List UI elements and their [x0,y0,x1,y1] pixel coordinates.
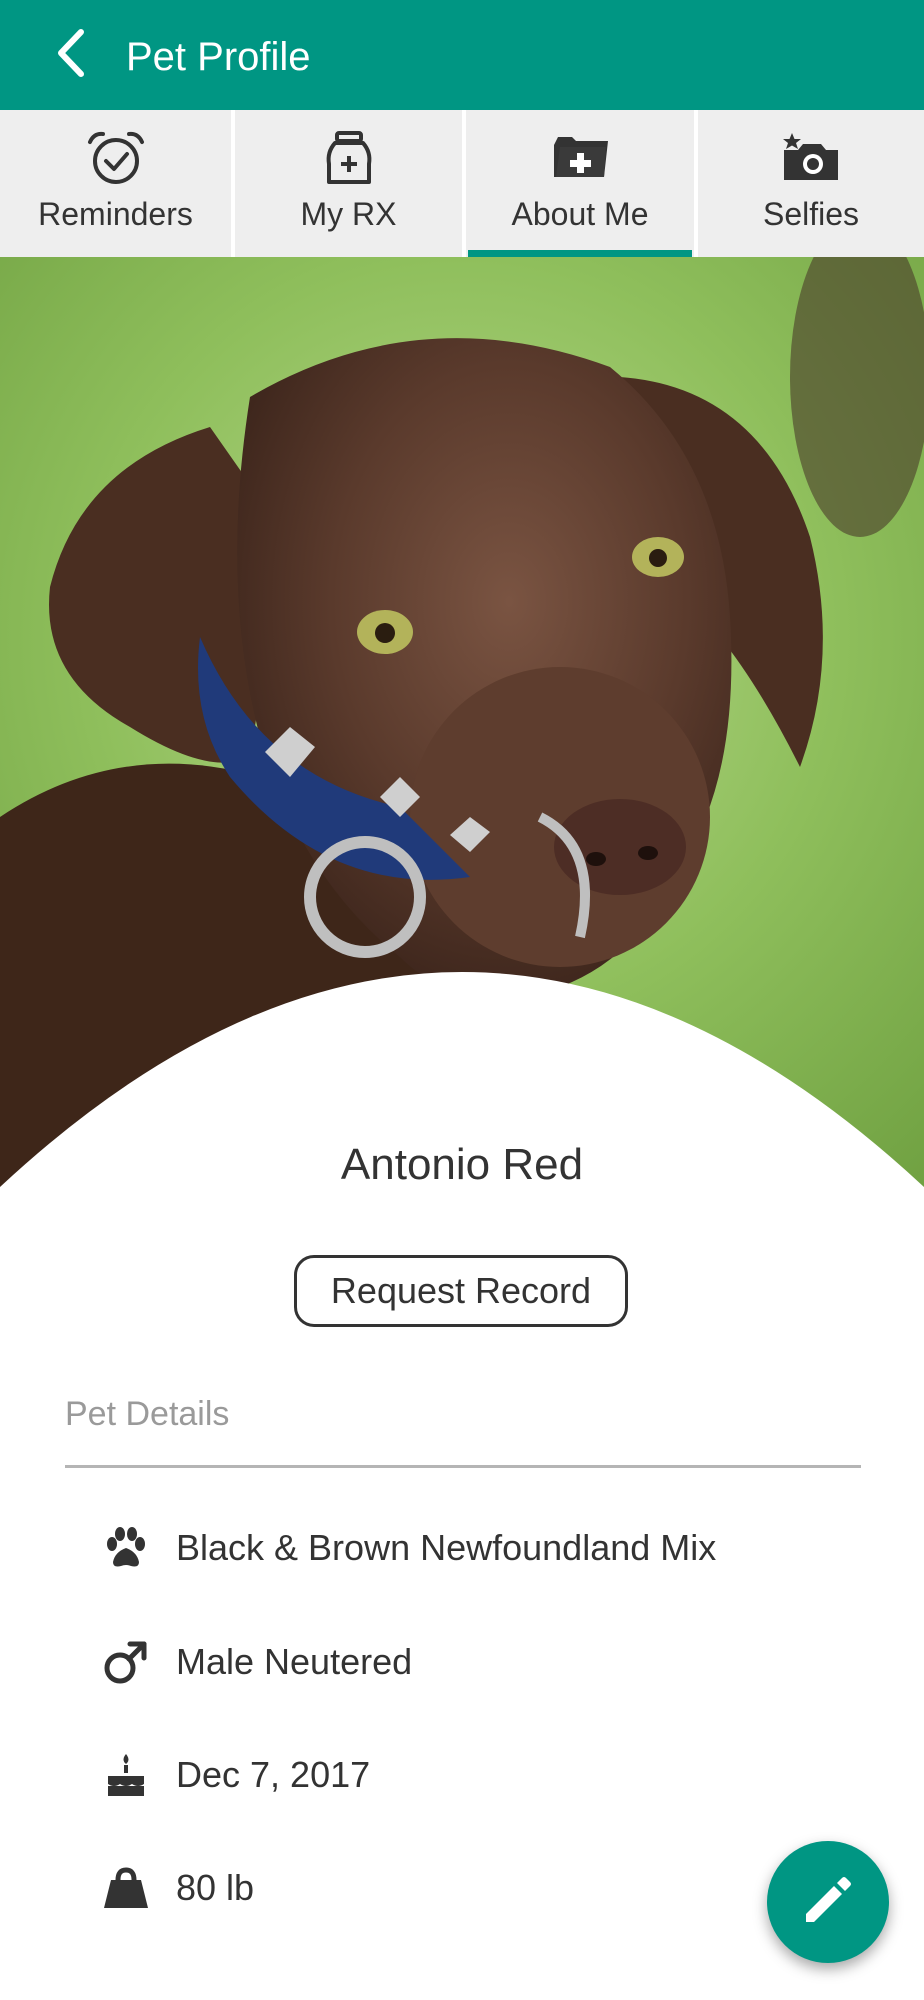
tab-bar: Reminders My RX About Me Selfies [0,110,924,257]
request-record-button[interactable]: Request Record [294,1255,628,1327]
paw-icon [100,1522,152,1574]
edit-button[interactable] [767,1841,889,1963]
detail-text: 80 lb [176,1867,255,1908]
tab-about-me[interactable]: About Me [466,110,698,257]
back-button[interactable] [40,24,100,86]
medicine-bag-icon [323,130,375,186]
detail-text: Male Neutered [176,1641,413,1682]
pet-name: Antonio Red [340,1140,584,1189]
detail-breed: Black & Brown Newfoundland Mix [100,1518,860,1578]
tab-label: About Me [511,196,649,232]
tab-reminders[interactable]: Reminders [0,110,235,257]
section-title: Pet Details [65,1395,230,1433]
birthday-cake-icon [100,1749,152,1801]
detail-sex: Male Neutered [100,1632,860,1692]
weight-icon [100,1862,152,1914]
detail-weight: 80 lb [100,1858,860,1918]
tab-my-rx[interactable]: My RX [235,110,466,257]
tab-selfies[interactable]: Selfies [698,110,924,257]
pet-photo [0,257,924,1207]
male-icon [100,1636,152,1688]
medical-folder-icon [550,130,610,186]
detail-text: Dec 7, 2017 [176,1754,371,1795]
detail-text: Black & Brown Newfoundland Mix [176,1527,717,1568]
alarm-check-icon [84,130,148,186]
tab-label: My RX [300,196,397,232]
tab-label: Selfies [762,196,860,232]
divider [65,1465,861,1468]
page-title: Pet Profile [126,35,311,79]
edit-pencil-icon [800,1872,856,1933]
camera-star-icon [780,130,842,186]
tab-label: Reminders [38,196,193,232]
app-bar: Pet Profile [0,0,924,110]
chevron-left-icon [53,28,87,83]
detail-birthday: Dec 7, 2017 [100,1745,860,1805]
